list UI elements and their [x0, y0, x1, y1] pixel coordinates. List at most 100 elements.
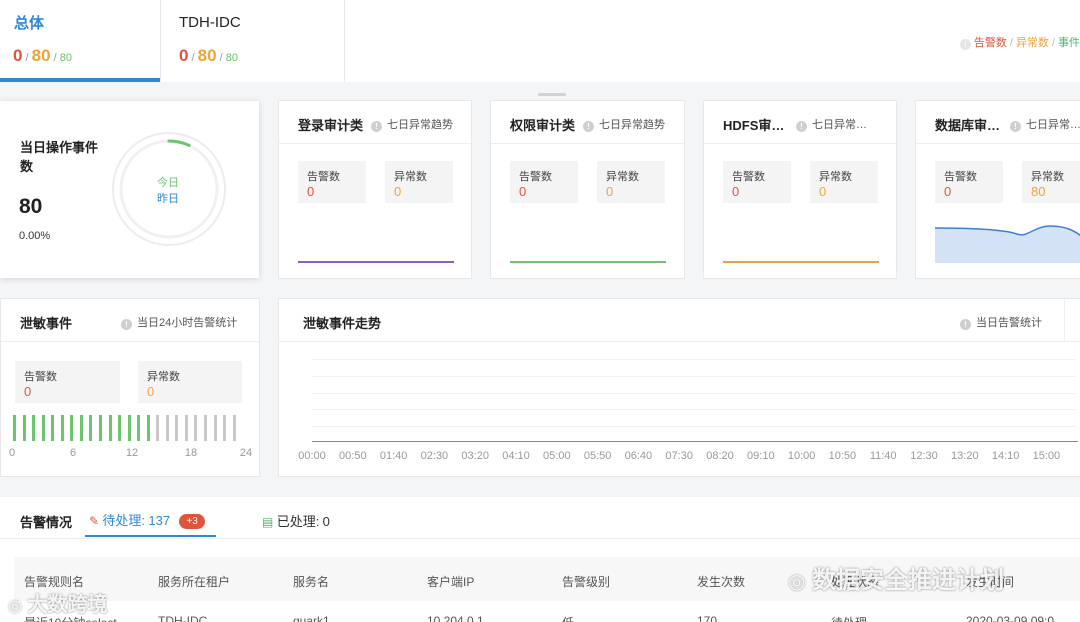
- hour-bar: [79, 415, 83, 441]
- watermark-left: ◎ 大数跨境: [8, 594, 108, 616]
- column-header[interactable]: 服务名: [293, 573, 329, 590]
- hour-bar: [41, 415, 45, 441]
- hour-tick: 12: [125, 447, 139, 459]
- tab-title: 总体: [14, 15, 45, 32]
- audit-card-login: 登录审计类 ! 七日异常趋势 告警数 0 异常数 0: [278, 100, 472, 279]
- info-icon: !: [583, 121, 594, 132]
- hour-bar: [146, 415, 150, 441]
- hour-bar: [232, 415, 236, 441]
- info-icon: !: [371, 121, 382, 132]
- hour-bar: [204, 415, 207, 441]
- hour-bar: [223, 415, 227, 441]
- hour-bar: [165, 415, 169, 441]
- info-icon: !: [1010, 121, 1021, 132]
- active-tab-indicator: [85, 535, 216, 537]
- time-tick: 05:00: [543, 450, 571, 462]
- card-title: 数据库审…: [935, 118, 1001, 133]
- time-tick: 06:40: [624, 450, 653, 462]
- info-icon: !: [796, 121, 807, 132]
- card-title: 当日操作事件数: [20, 140, 99, 174]
- card-title: 泄敏事件: [20, 316, 73, 331]
- column-header[interactable]: 客户端IP: [427, 573, 474, 590]
- drag-handle[interactable]: [538, 93, 566, 96]
- total-count: 80: [59, 52, 72, 64]
- time-tick: 10:00: [787, 450, 816, 462]
- document-icon: ▤: [262, 515, 274, 529]
- hour-bar: [13, 415, 16, 441]
- tab-stats: 0 / 80 / 80: [13, 46, 72, 65]
- alarm-metric: 告警数 0: [723, 161, 791, 203]
- table-cell: 低: [562, 614, 574, 622]
- trend-line: [723, 261, 879, 263]
- ring-yesterday-label: 昨日: [157, 193, 179, 205]
- column-header[interactable]: 发生次数: [697, 573, 745, 590]
- grid-line: [312, 409, 1076, 410]
- operation-count: 80: [19, 195, 43, 218]
- tab-pending[interactable]: ✎ 待处理: 137 +3: [89, 510, 205, 529]
- card-subtitle: ! 七日异常趋势: [371, 116, 453, 132]
- time-tick: 02:30: [420, 450, 449, 462]
- time-tick: 15:00: [1032, 450, 1061, 462]
- audit-card-database: 数据库审… ! 七日异常… 告警数 0 异常数 80: [915, 100, 1080, 279]
- hour-bar: [184, 415, 188, 441]
- time-tick: 03:20: [461, 450, 489, 462]
- time-tick: 14:10: [991, 450, 1020, 462]
- column-header[interactable]: 告警级别: [562, 573, 610, 590]
- info-icon: !: [121, 319, 132, 330]
- grid-line: [312, 426, 1076, 427]
- hour-bar: [213, 415, 217, 441]
- hour-tick: 18: [184, 447, 198, 459]
- anomaly-count: 80: [31, 46, 51, 65]
- alarm-metric: 告警数 0: [510, 161, 578, 203]
- tab-tdh-idc[interactable]: TDH-IDC 0 / 80 / 80: [161, 0, 344, 82]
- hour-bar: [60, 415, 64, 441]
- time-tick: 00:50: [339, 450, 367, 462]
- anomaly-metric: 异常数 0: [385, 161, 453, 203]
- daily-operation-events-card: 当日操作事件数 80 0.00% 今日 昨日: [0, 101, 259, 278]
- total-count: 80: [225, 52, 238, 64]
- hour-bar: [70, 415, 74, 441]
- card-title: HDFS审…: [723, 118, 785, 133]
- hour-tick: 24: [239, 447, 253, 459]
- active-tab-indicator: [0, 78, 160, 82]
- card-subtitle: ! 七日异常…: [1010, 116, 1080, 132]
- grid-line: [312, 376, 1076, 377]
- card-subtitle: ! 七日异常…: [796, 116, 867, 132]
- anomaly-metric: 异常数 80: [1022, 161, 1080, 203]
- card-title: 权限审计类: [510, 118, 576, 133]
- pending-label: 待处理:: [102, 513, 146, 528]
- anomaly-metric: 异常数 0: [810, 161, 878, 203]
- time-tick: 12:30: [910, 450, 938, 462]
- tab-processed[interactable]: ▤ 已处理: 0: [262, 511, 330, 530]
- watermark-right: ◎ 数据安全推进计划: [788, 567, 1005, 594]
- card-title: 泄敏事件走势: [303, 316, 382, 331]
- hour-bar: [89, 415, 93, 441]
- card-title: 登录审计类: [298, 118, 364, 133]
- time-tick: 04:10: [502, 450, 530, 462]
- trend-line: [298, 261, 454, 263]
- hour-bar: [127, 415, 131, 441]
- hour-tick: 6: [69, 447, 77, 459]
- table-cell: TDH-IDC: [158, 614, 208, 622]
- hourly-bar-chart: [13, 415, 243, 441]
- time-tick: 05:50: [583, 450, 612, 462]
- time-tick: 13:20: [951, 450, 979, 462]
- hour-tick: 0: [8, 447, 16, 459]
- hour-bar: [156, 415, 160, 441]
- edit-icon: ✎: [89, 514, 100, 528]
- time-tick: 00:00: [298, 450, 326, 462]
- card-subtitle: ! 当日告警统计: [960, 314, 1042, 330]
- anomaly-metric: 异常数 0: [597, 161, 665, 203]
- anomaly-count: 80: [197, 46, 217, 65]
- hour-bar: [108, 415, 112, 441]
- ring-today-label: 今日: [157, 177, 179, 189]
- legend-alarms: 告警数: [973, 37, 1007, 49]
- time-tick: 01:40: [379, 450, 408, 462]
- hour-bar: [194, 415, 198, 441]
- tab-overall[interactable]: 总体 0 / 80 / 80: [0, 0, 160, 82]
- legend-anomalies: 异常数: [1015, 37, 1049, 49]
- time-tick: 09:10: [747, 450, 775, 462]
- hour-bar: [98, 415, 102, 441]
- column-header[interactable]: 服务所在租户: [158, 573, 230, 590]
- top-tab-bar: 总体 0 / 80 / 80 TDH-IDC 0 / 80 / 80 ! 告警数 /…: [0, 0, 1080, 82]
